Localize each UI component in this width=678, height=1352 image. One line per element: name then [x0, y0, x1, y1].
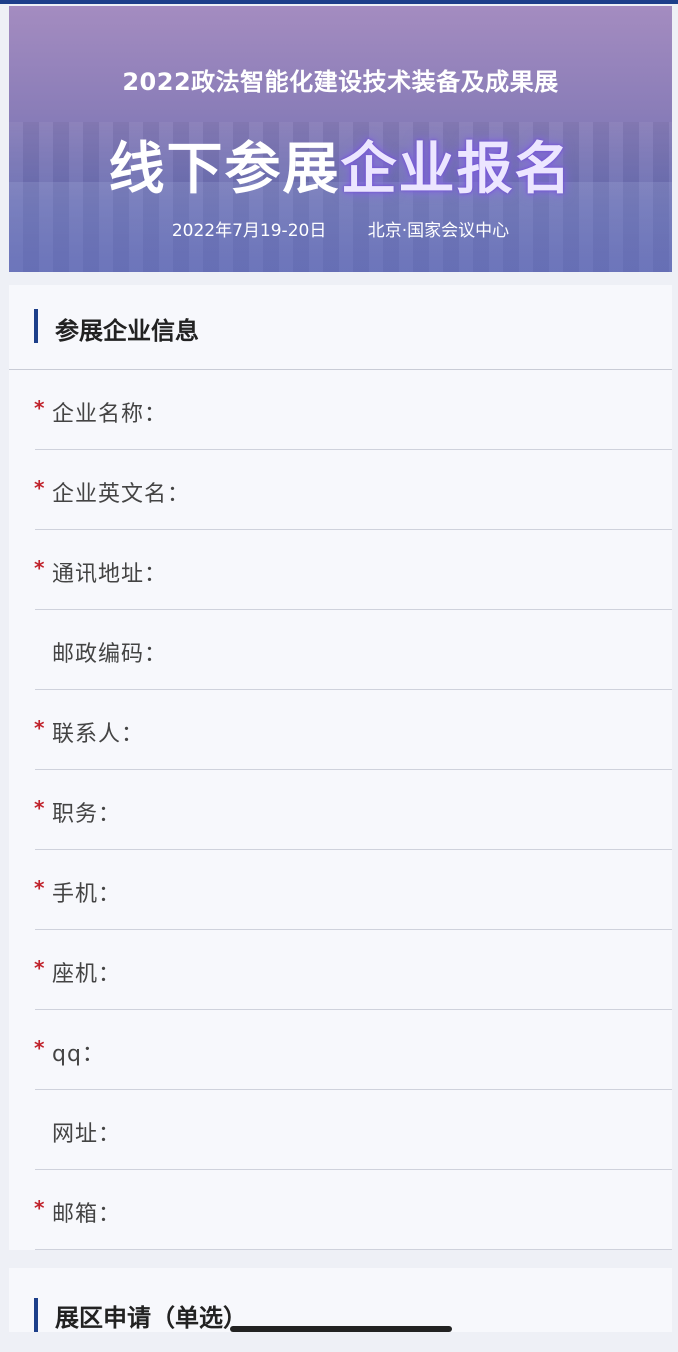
- form-row: * 手机：: [34, 850, 672, 930]
- required-marker: *: [34, 796, 45, 820]
- text-input[interactable]: [205, 1106, 662, 1154]
- banner-meta: 2022年7月19-20日 北京·国家会议中心: [9, 216, 672, 241]
- required-marker: *: [34, 556, 45, 580]
- section-header: 展区申请（单选）: [9, 1268, 672, 1352]
- required-marker: *: [34, 956, 45, 980]
- form-row: * 企业名称：: [34, 370, 672, 450]
- text-input[interactable]: [205, 786, 662, 834]
- banner-title-plain: 线下参展: [108, 137, 341, 202]
- required-marker: *: [34, 396, 45, 420]
- text-input[interactable]: [205, 626, 662, 674]
- form-row: * qq：: [34, 1010, 672, 1090]
- banner-venue: 北京·国家会议中心: [367, 221, 510, 241]
- banner-date: 2022年7月19-20日: [171, 221, 327, 241]
- text-input[interactable]: [205, 866, 662, 914]
- required-marker: *: [34, 716, 45, 740]
- form-fields: * 企业名称： * 企业英文名： * 通讯地址： 邮政编码： * 联系人： * 职务： * 手机： * 座机…: [9, 370, 672, 1250]
- top-accent-line: [0, 0, 678, 4]
- form-row: * 邮箱：: [34, 1170, 672, 1250]
- text-input[interactable]: [205, 1026, 662, 1074]
- text-input[interactable]: [205, 386, 662, 434]
- text-input[interactable]: [205, 706, 662, 754]
- home-indicator: [230, 1326, 452, 1332]
- section-accent-bar: [34, 309, 38, 343]
- section-title: 参展企业信息: [55, 317, 199, 345]
- form-row: * 企业英文名：: [34, 450, 672, 530]
- text-input[interactable]: [205, 466, 662, 514]
- field-label: qq：: [52, 1042, 105, 1067]
- booth-application-card: 展区申请（单选）: [9, 1268, 672, 1332]
- field-label: 职务：: [52, 802, 122, 827]
- form-row: 网址：: [35, 1090, 672, 1170]
- required-marker: *: [34, 1196, 45, 1220]
- required-marker: *: [34, 1036, 45, 1060]
- form-row: * 联系人：: [34, 690, 672, 770]
- form-row: * 通讯地址：: [34, 530, 672, 610]
- company-info-card: 参展企业信息 * 企业名称： * 企业英文名： * 通讯地址： 邮政编码： * 联系人： * 职务：…: [9, 285, 672, 1250]
- field-label: 联系人：: [52, 722, 145, 747]
- required-marker: *: [34, 876, 45, 900]
- form-row: * 座机：: [34, 930, 672, 1010]
- required-marker: *: [34, 476, 45, 500]
- section-header: 参展企业信息: [9, 285, 672, 370]
- banner-subtitle: 2022政法智能化建设技术装备及成果展: [122, 68, 559, 96]
- field-label: 网址：: [52, 1122, 122, 1147]
- form-row: 邮政编码：: [35, 610, 672, 690]
- form-row: * 职务：: [34, 770, 672, 850]
- field-label: 手机：: [52, 882, 122, 907]
- field-label: 座机：: [52, 962, 122, 987]
- event-banner: 2022政法智能化建设技术装备及成果展 线下参展企业报名 2022年7月19-2…: [9, 6, 672, 272]
- banner-title: 线下参展企业报名: [9, 124, 672, 205]
- section-title: 展区申请（单选）: [55, 1304, 247, 1332]
- text-input[interactable]: [205, 946, 662, 994]
- field-label: 通讯地址：: [52, 562, 168, 587]
- banner-title-highlight: 企业报名: [340, 137, 573, 202]
- text-input[interactable]: [205, 1186, 662, 1234]
- field-label: 企业英文名：: [52, 482, 191, 507]
- field-label: 邮政编码：: [52, 642, 168, 667]
- section-accent-bar: [34, 1298, 38, 1332]
- field-label: 企业名称：: [52, 402, 168, 427]
- text-input[interactable]: [205, 546, 662, 594]
- field-label: 邮箱：: [52, 1202, 122, 1227]
